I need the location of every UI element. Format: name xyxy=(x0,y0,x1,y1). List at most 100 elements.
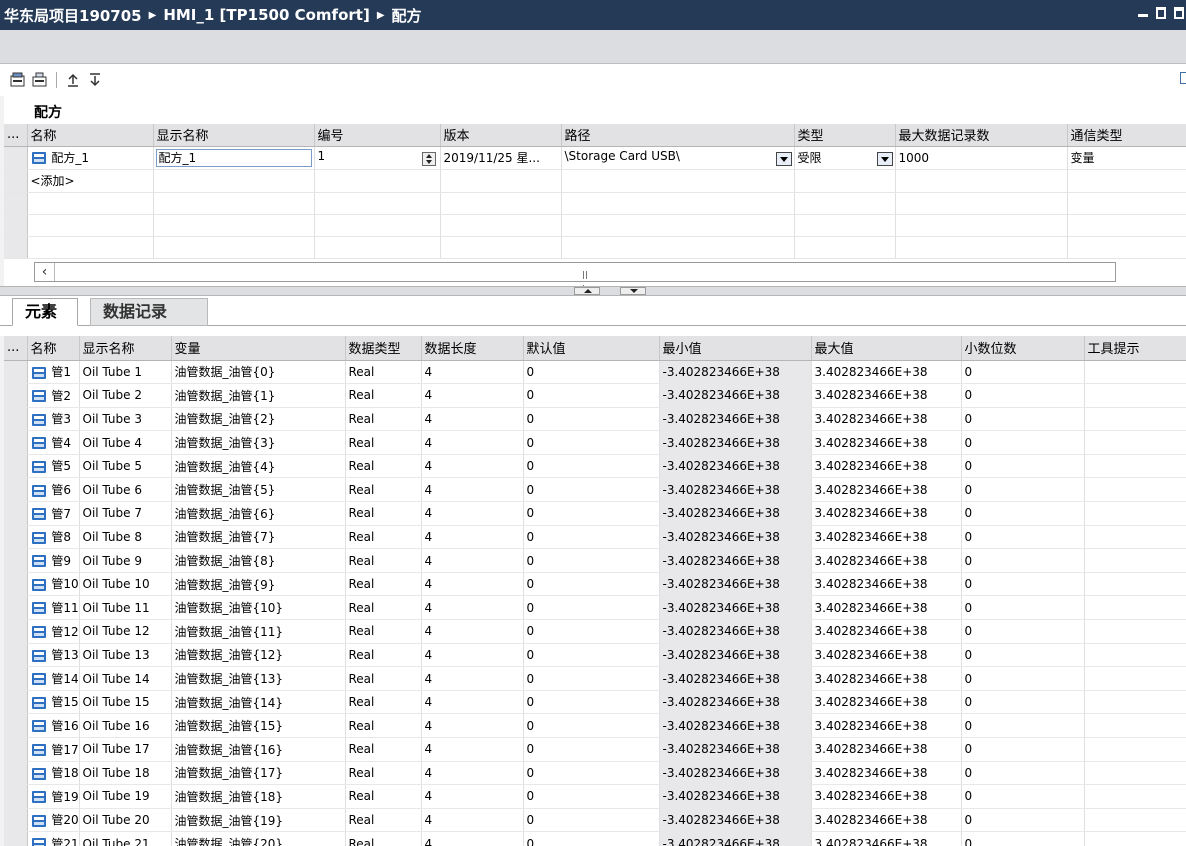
element-min[interactable]: -3.402823466E+38 xyxy=(659,430,812,455)
table-row[interactable]: 管19 Oil Tube 19 油管数据_油管{18} Real 4 0 -3.402823… xyxy=(4,784,1186,809)
element-display-name[interactable]: Oil Tube 9 xyxy=(79,548,172,573)
element-min[interactable]: -3.402823466E+38 xyxy=(659,666,812,691)
element-name-cell[interactable]: 管5 xyxy=(27,454,80,479)
column-header-name[interactable]: 名称 xyxy=(27,336,80,361)
row-header[interactable] xyxy=(4,454,28,479)
element-data-length[interactable]: 4 xyxy=(421,595,524,621)
element-name-cell[interactable]: 管18 xyxy=(27,761,80,786)
scroll-left-icon[interactable]: ‹ xyxy=(35,263,55,281)
element-data-type[interactable]: Real xyxy=(345,525,422,550)
element-max[interactable]: 3.402823466E+38 xyxy=(811,477,962,503)
element-data-length[interactable]: 4 xyxy=(421,690,524,715)
table-row[interactable]: 管13 Oil Tube 13 油管数据_油管{12} Real 4 0 -3.402823… xyxy=(4,643,1186,668)
element-data-length[interactable]: 4 xyxy=(421,477,524,503)
element-data-type[interactable]: Real xyxy=(345,690,422,715)
element-display-name[interactable]: Oil Tube 19 xyxy=(79,784,172,809)
row-header[interactable] xyxy=(4,831,28,846)
element-tooltip[interactable] xyxy=(1084,454,1186,479)
element-tag[interactable]: 油管数据_油管{4} xyxy=(171,454,346,479)
element-data-length[interactable]: 4 xyxy=(421,454,524,479)
element-decimals[interactable]: 0 xyxy=(961,501,1085,526)
element-max[interactable]: 3.402823466E+38 xyxy=(811,784,962,809)
element-decimals[interactable]: 0 xyxy=(961,666,1085,691)
maximize-icon[interactable] xyxy=(1174,7,1184,19)
row-header[interactable] xyxy=(4,477,28,503)
column-header-display-name[interactable]: 显示名称 xyxy=(153,124,315,147)
element-data-length[interactable]: 4 xyxy=(421,808,524,833)
element-data-type[interactable]: Real xyxy=(345,454,422,479)
element-tag[interactable]: 油管数据_油管{16} xyxy=(171,737,346,762)
add-new-recipe[interactable]: <添加> xyxy=(27,169,154,193)
pane-splitter[interactable] xyxy=(0,286,1186,296)
element-min[interactable]: -3.402823466E+38 xyxy=(659,501,812,526)
element-name-cell[interactable]: 管13 xyxy=(27,643,80,668)
element-data-length[interactable]: 4 xyxy=(421,525,524,550)
element-data-length[interactable]: 4 xyxy=(421,501,524,526)
table-row[interactable]: 管15 Oil Tube 15 油管数据_油管{14} Real 4 0 -3.402823… xyxy=(4,690,1186,715)
element-default[interactable]: 0 xyxy=(523,548,660,573)
element-data-length[interactable]: 4 xyxy=(421,643,524,668)
element-tooltip[interactable] xyxy=(1084,430,1186,455)
breadcrumb-device[interactable]: HMI_1 [TP1500 Comfort] xyxy=(163,6,369,24)
panel-toggle-icon[interactable] xyxy=(1180,72,1186,84)
element-tooltip[interactable] xyxy=(1084,808,1186,833)
recipe-name-cell[interactable]: 配方_1 xyxy=(27,146,154,170)
element-default[interactable]: 0 xyxy=(523,572,660,597)
element-default[interactable]: 0 xyxy=(523,501,660,526)
element-min[interactable]: -3.402823466E+38 xyxy=(659,572,812,597)
row-header[interactable] xyxy=(4,595,28,621)
column-header-version[interactable]: 版本 xyxy=(440,124,562,147)
element-max[interactable]: 3.402823466E+38 xyxy=(811,501,962,526)
tab-data-records[interactable]: 数据记录 xyxy=(90,298,208,326)
element-data-length[interactable]: 4 xyxy=(421,572,524,597)
element-decimals[interactable]: 0 xyxy=(961,761,1085,786)
element-tag[interactable]: 油管数据_油管{1} xyxy=(171,383,346,408)
row-header[interactable] xyxy=(4,808,28,833)
element-data-type[interactable]: Real xyxy=(345,831,422,846)
element-max[interactable]: 3.402823466E+38 xyxy=(811,619,962,644)
element-default[interactable]: 0 xyxy=(523,737,660,762)
element-name-cell[interactable]: 管2 xyxy=(27,383,80,408)
column-header-min[interactable]: 最小值 xyxy=(659,336,812,361)
element-min[interactable]: -3.402823466E+38 xyxy=(659,808,812,833)
recipe-row[interactable]: 配方_1 配方_1 1 2019/11/25 星... \Storage Car… xyxy=(4,146,1186,170)
column-header-number[interactable]: 编号 xyxy=(314,124,441,147)
element-min[interactable]: -3.402823466E+38 xyxy=(659,737,812,762)
element-min[interactable]: -3.402823466E+38 xyxy=(659,595,812,621)
recipe-version-cell[interactable]: 2019/11/25 星... xyxy=(440,146,562,170)
table-row[interactable]: 管11 Oil Tube 11 油管数据_油管{10} Real 4 0 -3.402823… xyxy=(4,595,1186,621)
table-row[interactable]: 管9 Oil Tube 9 油管数据_油管{8} Real 4 0 -3.402823466… xyxy=(4,548,1186,573)
element-default[interactable]: 0 xyxy=(523,477,660,503)
element-tooltip[interactable] xyxy=(1084,407,1186,432)
element-min[interactable]: -3.402823466E+38 xyxy=(659,643,812,668)
element-min[interactable]: -3.402823466E+38 xyxy=(659,713,812,738)
type-dropdown-icon[interactable] xyxy=(876,152,893,166)
element-name-cell[interactable]: 管19 xyxy=(27,784,80,809)
element-decimals[interactable]: 0 xyxy=(961,595,1085,621)
element-tag[interactable]: 油管数据_油管{8} xyxy=(171,548,346,573)
element-tooltip[interactable] xyxy=(1084,383,1186,408)
element-name-cell[interactable]: 管12 xyxy=(27,619,80,644)
element-display-name[interactable]: Oil Tube 15 xyxy=(79,690,172,715)
element-display-name[interactable]: Oil Tube 20 xyxy=(79,808,172,833)
table-row[interactable]: 管16 Oil Tube 16 油管数据_油管{15} Real 4 0 -3.402823… xyxy=(4,713,1186,738)
element-display-name[interactable]: Oil Tube 17 xyxy=(79,737,172,762)
element-min[interactable]: -3.402823466E+38 xyxy=(659,454,812,479)
element-data-length[interactable]: 4 xyxy=(421,360,524,385)
element-tag[interactable]: 油管数据_油管{6} xyxy=(171,501,346,526)
element-decimals[interactable]: 0 xyxy=(961,690,1085,715)
row-header[interactable] xyxy=(4,407,28,432)
element-max[interactable]: 3.402823466E+38 xyxy=(811,525,962,550)
element-default[interactable]: 0 xyxy=(523,525,660,550)
element-data-type[interactable]: Real xyxy=(345,619,422,644)
element-tag[interactable]: 油管数据_油管{12} xyxy=(171,643,346,668)
element-default[interactable]: 0 xyxy=(523,595,660,621)
element-display-name[interactable]: Oil Tube 7 xyxy=(79,501,172,526)
element-tag[interactable]: 油管数据_油管{17} xyxy=(171,761,346,786)
element-max[interactable]: 3.402823466E+38 xyxy=(811,572,962,597)
row-header[interactable] xyxy=(4,360,28,385)
element-min[interactable]: -3.402823466E+38 xyxy=(659,548,812,573)
row-header[interactable] xyxy=(4,430,28,455)
element-decimals[interactable]: 0 xyxy=(961,831,1085,846)
element-display-name[interactable]: Oil Tube 1 xyxy=(79,360,172,385)
